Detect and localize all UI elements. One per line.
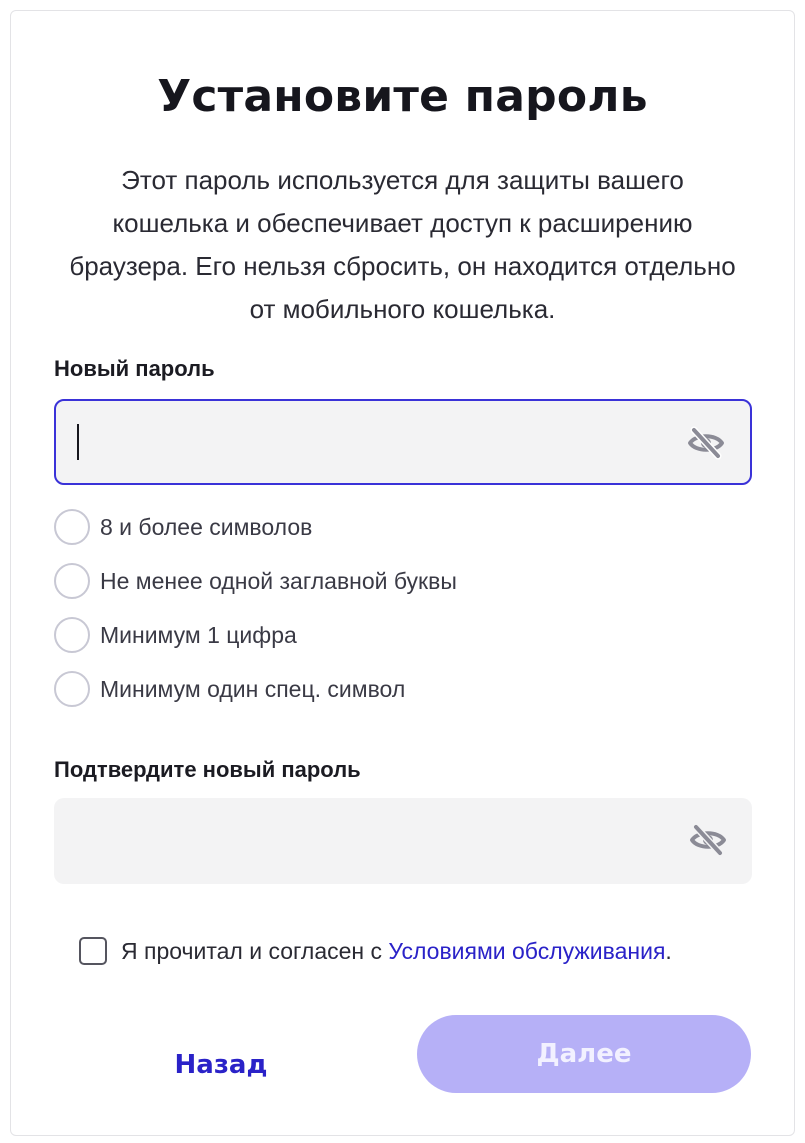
- next-button[interactable]: Далее: [417, 1015, 751, 1093]
- set-password-card: Установите пароль Этот пароль использует…: [10, 10, 795, 1136]
- text-caret: [77, 424, 79, 460]
- requirement-label: 8 и более символов: [100, 513, 313, 540]
- terms-of-service-link[interactable]: Условиями обслуживания: [388, 938, 665, 965]
- requirement-status-circle-icon: [54, 671, 90, 707]
- requirement-label: Не менее одной заглавной буквы: [100, 567, 457, 594]
- new-password-label: Новый пароль: [54, 356, 215, 381]
- new-password-input[interactable]: [76, 401, 660, 485]
- requirement-label: Минимум 1 цифра: [100, 621, 297, 648]
- confirm-password-label: Подтвердите новый пароль: [54, 757, 361, 782]
- requirement-status-circle-icon: [54, 509, 90, 545]
- new-password-field[interactable]: [54, 399, 752, 485]
- terms-agreement: Я прочитал и согласен с Условиями обслуж…: [79, 937, 672, 965]
- eye-slash-icon[interactable]: [688, 822, 728, 858]
- confirm-password-input[interactable]: [74, 798, 658, 886]
- requirement-label: Минимум один спец. символ: [100, 675, 406, 702]
- requirement-status-circle-icon: [54, 563, 90, 599]
- requirement-item: Минимум 1 цифра: [54, 615, 297, 655]
- page-description: Этот пароль используется для защиты ваше…: [69, 165, 736, 324]
- eye-slash-icon[interactable]: [686, 425, 726, 461]
- back-button[interactable]: Назад: [131, 1029, 311, 1101]
- terms-suffix: .: [665, 937, 672, 964]
- page-title: Установите пароль: [157, 71, 648, 122]
- requirement-status-circle-icon: [54, 617, 90, 653]
- requirement-item: Не менее одной заглавной буквы: [54, 561, 457, 601]
- requirement-item: Минимум один спец. символ: [54, 669, 405, 709]
- terms-prefix: Я прочитал и согласен с: [121, 937, 389, 964]
- terms-checkbox[interactable]: [79, 937, 107, 965]
- confirm-password-field[interactable]: [54, 798, 752, 886]
- requirement-item: 8 и более символов: [54, 507, 312, 547]
